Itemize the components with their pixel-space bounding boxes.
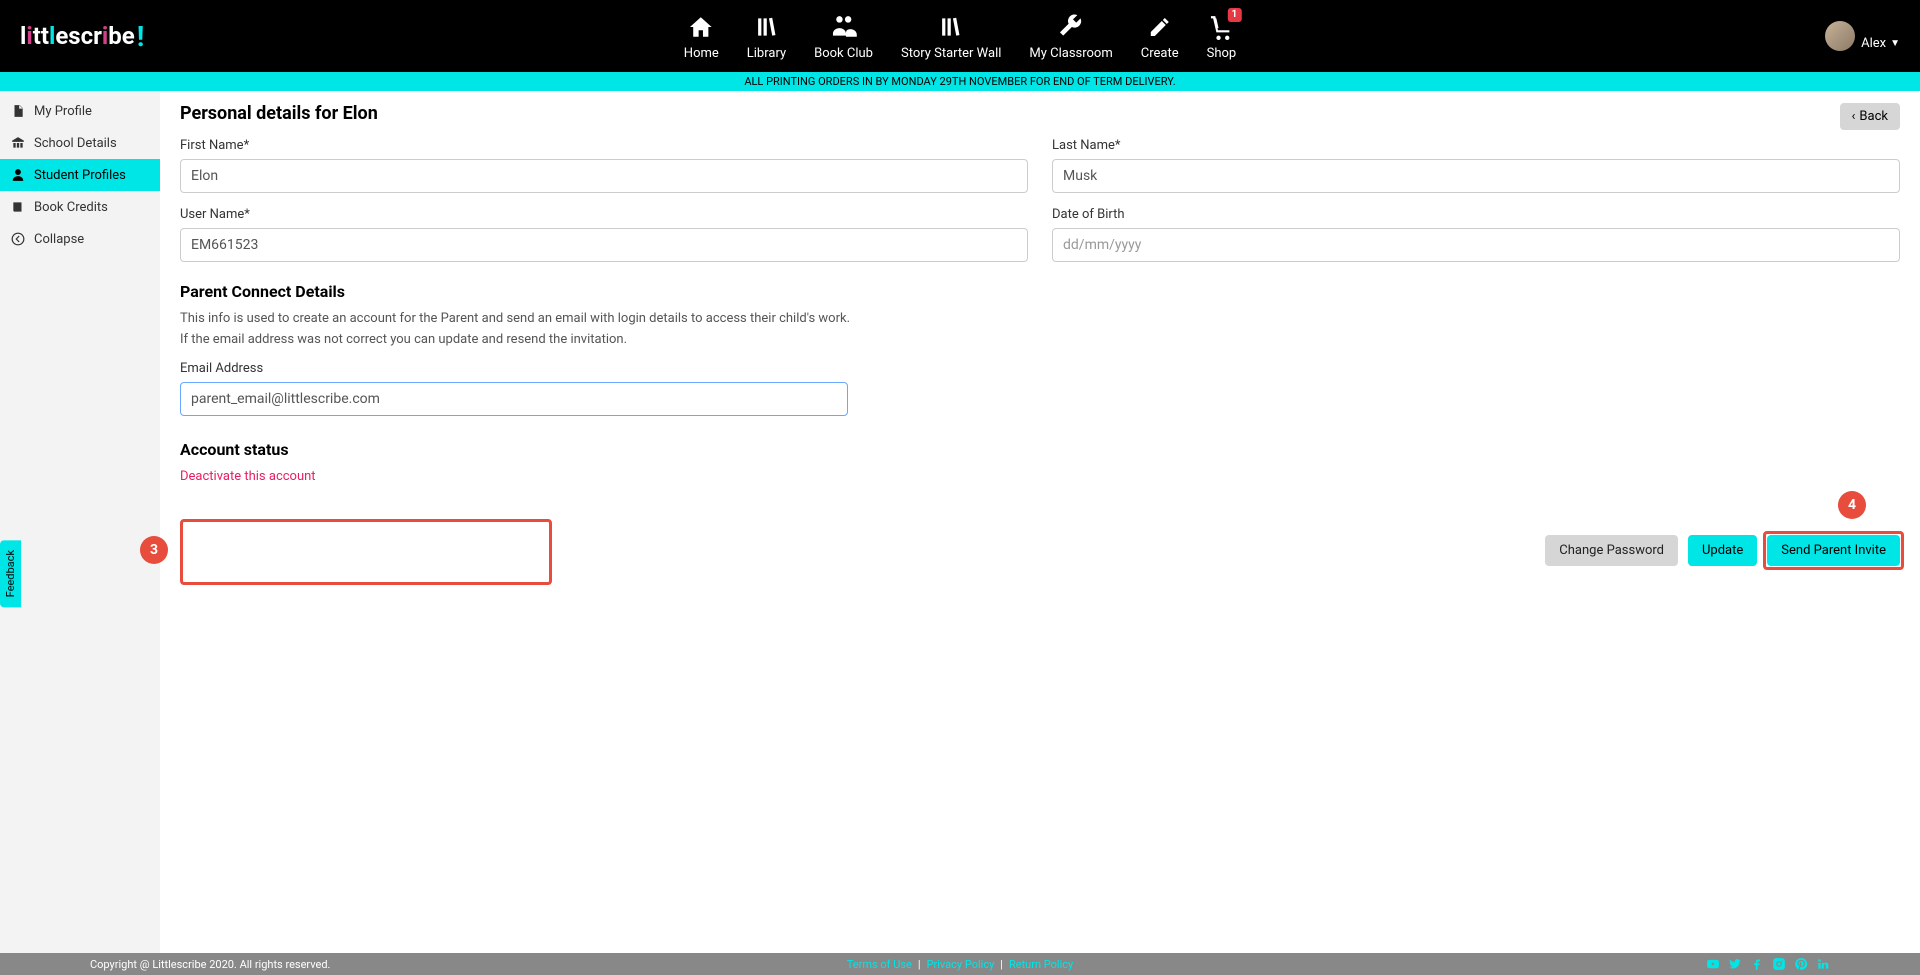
user-name-label: User Name* xyxy=(180,207,1028,222)
user-name-input[interactable] xyxy=(180,228,1028,262)
sidebar: My Profile School Details Student Profil… xyxy=(0,91,160,955)
last-name-label: Last Name* xyxy=(1052,138,1900,153)
nav-book-club[interactable]: Book Club xyxy=(814,12,873,61)
send-parent-invite-button[interactable]: Send Parent Invite xyxy=(1767,535,1900,566)
dob-label: Date of Birth xyxy=(1052,207,1900,222)
parent-help-1: This info is used to create an account f… xyxy=(180,311,1900,326)
nav-label: My Classroom xyxy=(1029,46,1112,61)
first-name-input[interactable] xyxy=(180,159,1028,193)
twitter-icon[interactable] xyxy=(1728,957,1742,971)
pinterest-icon[interactable] xyxy=(1794,957,1808,971)
document-icon xyxy=(10,103,26,119)
back-label: Back xyxy=(1859,109,1888,124)
collapse-icon xyxy=(10,231,26,247)
school-icon xyxy=(10,135,26,151)
nav-shop[interactable]: 1 Shop xyxy=(1207,12,1237,61)
sidebar-item-label: Student Profiles xyxy=(34,168,126,183)
email-input[interactable] xyxy=(180,382,848,416)
parent-help-2: If the email address was not correct you… xyxy=(180,332,1900,347)
update-button[interactable]: Update xyxy=(1688,535,1757,566)
home-icon xyxy=(687,12,715,42)
user-menu[interactable]: Alex ▼ xyxy=(1825,21,1900,51)
cart-icon: 1 xyxy=(1207,12,1235,42)
nav-label: Library xyxy=(747,46,786,61)
nav-library[interactable]: Library xyxy=(747,12,786,61)
chevron-left-icon: ‹ xyxy=(1852,109,1856,124)
page-title: Personal details for Elon xyxy=(180,103,1900,124)
chevron-down-icon: ▼ xyxy=(1890,38,1900,49)
pencil-icon xyxy=(1148,12,1172,42)
main-nav: Home Library Book Club Story Starter Wal… xyxy=(684,12,1236,61)
logo[interactable]: littlescribe! xyxy=(20,20,144,53)
nav-story-starter[interactable]: Story Starter Wall xyxy=(901,12,1001,61)
book-icon xyxy=(10,199,26,215)
callout-badge-4: 4 xyxy=(1838,491,1866,519)
sidebar-item-label: My Profile xyxy=(34,104,92,119)
user-name: Alex xyxy=(1861,36,1886,51)
sidebar-item-students[interactable]: Student Profiles xyxy=(0,159,160,191)
account-status-title: Account status xyxy=(180,440,1900,459)
youtube-icon[interactable] xyxy=(1706,957,1720,971)
user-icon xyxy=(10,167,26,183)
nav-home[interactable]: Home xyxy=(684,12,719,61)
footer-links: Terms of Use | Privacy Policy | Return P… xyxy=(847,958,1073,971)
action-buttons: Change Password Update Send Parent Invit… xyxy=(1545,535,1900,566)
nav-label: Story Starter Wall xyxy=(901,46,1001,61)
sidebar-item-school[interactable]: School Details xyxy=(0,127,160,159)
feedback-tab[interactable]: Feedback xyxy=(0,540,21,607)
footer: Copyright @ Littlescribe 2020. All right… xyxy=(0,953,1920,975)
last-name-input[interactable] xyxy=(1052,159,1900,193)
social-icons xyxy=(1706,957,1830,971)
instagram-icon[interactable] xyxy=(1772,957,1786,971)
avatar xyxy=(1825,21,1855,51)
sidebar-item-credits[interactable]: Book Credits xyxy=(0,191,160,223)
footer-link-privacy[interactable]: Privacy Policy xyxy=(927,958,995,971)
nav-create[interactable]: Create xyxy=(1141,12,1179,61)
parent-section-title: Parent Connect Details xyxy=(180,282,1900,301)
announcement-banner: ALL PRINTING ORDERS IN BY MONDAY 29TH NO… xyxy=(0,72,1920,91)
nav-label: Home xyxy=(684,46,719,61)
story-wall-icon xyxy=(937,12,965,42)
footer-copyright: Copyright @ Littlescribe 2020. All right… xyxy=(90,958,330,971)
app-header: littlescribe! Home Library Book Club Sto… xyxy=(0,0,1920,72)
deactivate-link[interactable]: Deactivate this account xyxy=(180,469,1900,484)
facebook-icon[interactable] xyxy=(1750,957,1764,971)
cart-badge: 1 xyxy=(1227,8,1241,22)
main-content: Personal details for Elon ‹ Back First N… xyxy=(160,91,1920,955)
email-label: Email Address xyxy=(180,361,848,376)
library-icon xyxy=(752,12,780,42)
sidebar-item-label: School Details xyxy=(34,136,117,151)
callout-highlight-3 xyxy=(180,519,552,585)
first-name-label: First Name* xyxy=(180,138,1028,153)
sidebar-item-profile[interactable]: My Profile xyxy=(0,95,160,127)
nav-my-classroom[interactable]: My Classroom xyxy=(1029,12,1112,61)
sidebar-item-label: Collapse xyxy=(34,232,84,247)
footer-link-return[interactable]: Return Policy xyxy=(1009,958,1073,971)
nav-label: Shop xyxy=(1207,46,1237,61)
dob-input[interactable] xyxy=(1052,228,1900,262)
sidebar-item-collapse[interactable]: Collapse xyxy=(0,223,160,255)
nav-label: Book Club xyxy=(814,46,873,61)
back-button[interactable]: ‹ Back xyxy=(1840,103,1900,130)
linkedin-icon[interactable] xyxy=(1816,957,1830,971)
nav-label: Create xyxy=(1141,46,1179,61)
sidebar-item-label: Book Credits xyxy=(34,200,108,215)
wrench-icon xyxy=(1058,12,1084,42)
change-password-button[interactable]: Change Password xyxy=(1545,535,1678,566)
footer-link-terms[interactable]: Terms of Use xyxy=(847,958,912,971)
book-club-icon xyxy=(829,12,859,42)
